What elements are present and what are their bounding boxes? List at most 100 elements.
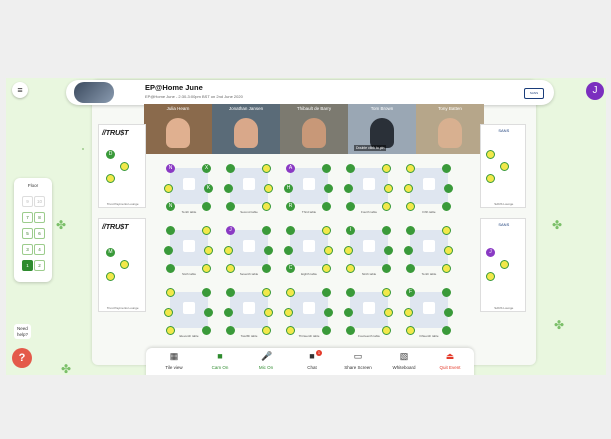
floor-button-7[interactable]: 7 xyxy=(22,212,33,223)
seat[interactable] xyxy=(322,288,331,297)
video-tile[interactable]: Tom Brown Double click to pin xyxy=(348,104,416,154)
seat[interactable]: A xyxy=(286,164,295,173)
lounge-seat[interactable] xyxy=(486,150,495,159)
seat[interactable] xyxy=(324,308,333,317)
meeting-table[interactable]: Fifth table xyxy=(404,162,454,214)
seat[interactable] xyxy=(406,164,415,173)
share-screen-button[interactable]: ▭ Share Screen xyxy=(340,352,376,371)
seat[interactable] xyxy=(164,308,173,317)
lounge-seat[interactable] xyxy=(486,272,495,281)
seat[interactable] xyxy=(344,246,353,255)
seat[interactable] xyxy=(224,308,233,317)
lounge-seat[interactable] xyxy=(500,260,509,269)
seat[interactable]: F xyxy=(406,288,415,297)
seat[interactable] xyxy=(262,226,271,235)
floor-button-2[interactable]: 2 xyxy=(34,260,45,271)
video-tile[interactable]: Tony Batten xyxy=(416,104,484,154)
seat[interactable] xyxy=(406,226,415,235)
floor-button-5[interactable]: 5 xyxy=(22,228,33,239)
seat[interactable]: H xyxy=(284,184,293,193)
seat[interactable] xyxy=(382,226,391,235)
menu-button[interactable]: ≡ xyxy=(12,82,28,98)
quit-event-button[interactable]: ⏏ Quit Event xyxy=(432,352,468,371)
seat[interactable] xyxy=(286,226,295,235)
meeting-table[interactable]: Tenth table xyxy=(404,224,454,276)
seat[interactable]: I xyxy=(346,226,355,235)
seat[interactable] xyxy=(324,246,333,255)
meeting-table[interactable]: Fourth table xyxy=(344,162,394,214)
meeting-table[interactable]: J Seventh table xyxy=(224,224,274,276)
seat[interactable] xyxy=(202,226,211,235)
video-tile[interactable]: Jonathan Jansen xyxy=(212,104,280,154)
meeting-table[interactable]: Twelfth table xyxy=(224,286,274,338)
seat[interactable] xyxy=(224,184,233,193)
lounge-seat[interactable] xyxy=(486,174,495,183)
seat[interactable] xyxy=(384,184,393,193)
meeting-table[interactable]: Thirteenth table xyxy=(284,286,334,338)
seat[interactable] xyxy=(204,246,213,255)
seat[interactable] xyxy=(322,226,331,235)
seat[interactable] xyxy=(264,184,273,193)
floor-button-9[interactable]: 9 xyxy=(22,196,33,207)
floor-button-3[interactable]: 3 xyxy=(22,244,33,255)
seat[interactable] xyxy=(284,308,293,317)
seat[interactable]: N xyxy=(166,164,175,173)
seat[interactable] xyxy=(262,288,271,297)
meeting-table[interactable]: N X K N Tenth table xyxy=(164,162,214,214)
seat[interactable] xyxy=(264,308,273,317)
seat[interactable] xyxy=(164,246,173,255)
seat[interactable] xyxy=(204,308,213,317)
lounge-seat[interactable] xyxy=(106,174,115,183)
lounge-seat[interactable] xyxy=(106,272,115,281)
mic-on-button[interactable]: 🎤 Mic On xyxy=(248,352,284,371)
seat[interactable] xyxy=(286,288,295,297)
seat[interactable] xyxy=(166,288,175,297)
seat[interactable] xyxy=(344,308,353,317)
seat[interactable] xyxy=(382,164,391,173)
lounge-seat[interactable]: J xyxy=(486,248,495,257)
seat[interactable] xyxy=(346,164,355,173)
floor-button-4[interactable]: 4 xyxy=(34,244,45,255)
seat[interactable] xyxy=(442,164,451,173)
seat[interactable] xyxy=(164,184,173,193)
meeting-table[interactable]: I Ninth table xyxy=(344,224,394,276)
meeting-table[interactable]: C Eighth table xyxy=(284,224,334,276)
seat[interactable] xyxy=(444,184,453,193)
seat[interactable] xyxy=(166,226,175,235)
lounge-seat[interactable] xyxy=(120,260,129,269)
meeting-table[interactable]: Eleventh table xyxy=(164,286,214,338)
tile-view-button[interactable]: ▦ Tile view xyxy=(156,352,192,371)
floor-button-1[interactable]: 1 xyxy=(22,260,33,271)
seat[interactable] xyxy=(444,246,453,255)
seat[interactable] xyxy=(442,226,451,235)
seat[interactable] xyxy=(226,288,235,297)
whiteboard-button[interactable]: ▧ Whiteboard xyxy=(386,352,422,371)
help-button[interactable]: ? xyxy=(12,348,32,368)
seat[interactable] xyxy=(382,288,391,297)
seat[interactable] xyxy=(224,246,233,255)
seat[interactable] xyxy=(442,288,451,297)
seat[interactable] xyxy=(344,184,353,193)
seat[interactable] xyxy=(264,246,273,255)
chat-button[interactable]: ■ Chat 1 xyxy=(294,350,330,370)
meeting-table[interactable]: F Fifteenth table xyxy=(404,286,454,338)
seat[interactable]: K xyxy=(204,184,213,193)
seat[interactable] xyxy=(384,308,393,317)
lounge-seat[interactable] xyxy=(120,162,129,171)
video-tile[interactable]: Julia Hearn xyxy=(144,104,212,154)
seat[interactable] xyxy=(404,184,413,193)
seat[interactable] xyxy=(284,246,293,255)
seat[interactable] xyxy=(404,246,413,255)
user-avatar[interactable]: J xyxy=(586,82,604,100)
seat[interactable] xyxy=(202,288,211,297)
video-tile[interactable]: Thibault de Barry xyxy=(280,104,348,154)
meeting-table[interactable]: Second table xyxy=(224,162,274,214)
floor-button-6[interactable]: 6 xyxy=(34,228,45,239)
seat[interactable] xyxy=(346,288,355,297)
lounge-seat[interactable] xyxy=(500,162,509,171)
lounge-seat[interactable]: M xyxy=(106,248,115,257)
seat[interactable] xyxy=(384,246,393,255)
seat[interactable] xyxy=(404,308,413,317)
meeting-table[interactable]: Fourteenth table xyxy=(344,286,394,338)
cam-on-button[interactable]: ■ Cam On xyxy=(202,352,238,371)
